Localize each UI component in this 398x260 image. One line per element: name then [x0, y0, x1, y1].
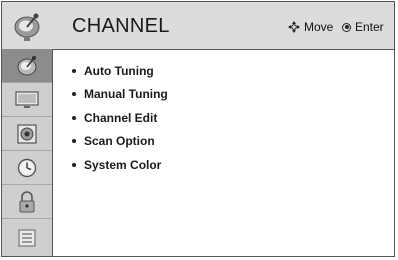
- enter-hint-label: Enter: [355, 20, 384, 34]
- menu-item-scan-option[interactable]: Scan Option: [72, 130, 168, 154]
- enter-hint: Enter: [342, 20, 384, 34]
- satellite-dish-icon: [2, 2, 52, 49]
- enter-button-icon: [342, 22, 351, 32]
- bullet-icon: [72, 68, 76, 73]
- move-hint-label: Move: [304, 20, 334, 34]
- menu-item-label: System Color: [84, 157, 162, 172]
- bullet-icon: [72, 92, 76, 97]
- lock-icon: [19, 190, 35, 212]
- bullet-icon: [72, 139, 76, 144]
- menu-item-system-color[interactable]: System Color: [72, 153, 168, 177]
- category-sidebar: [2, 49, 53, 256]
- menu-item-label: Auto Tuning: [84, 63, 154, 78]
- tv-screen-icon: [15, 90, 39, 108]
- channel-menu-window: CHANNEL Move Enter Auto Tuning Manual Tu…: [1, 1, 395, 257]
- sidebar-item-time[interactable]: [2, 151, 52, 185]
- sidebar-item-audio[interactable]: [2, 117, 52, 151]
- four-way-arrow-icon: [288, 21, 300, 33]
- satellite-dish-icon: [17, 55, 37, 75]
- speaker-icon: [17, 123, 37, 144]
- bullet-icon: [72, 115, 76, 120]
- menu-item-auto-tuning[interactable]: Auto Tuning: [72, 59, 168, 83]
- sidebar-item-channel[interactable]: [2, 49, 52, 83]
- menu-item-label: Channel Edit: [84, 110, 158, 125]
- sidebar-item-option[interactable]: [2, 219, 52, 256]
- menu-item-label: Manual Tuning: [84, 87, 168, 102]
- clock-icon: [17, 158, 37, 177]
- sidebar-item-picture[interactable]: [2, 83, 52, 117]
- move-hint: Move: [288, 20, 333, 34]
- menu-item-channel-edit[interactable]: Channel Edit: [72, 106, 168, 130]
- page-title: CHANNEL: [72, 15, 170, 37]
- bullet-icon: [72, 162, 76, 167]
- options-box-icon: [18, 228, 36, 247]
- channel-menu-list: Auto Tuning Manual Tuning Channel Edit S…: [72, 59, 168, 177]
- menu-item-manual-tuning[interactable]: Manual Tuning: [72, 83, 168, 107]
- menu-item-label: Scan Option: [84, 134, 155, 149]
- menu-header: CHANNEL Move Enter: [2, 2, 394, 50]
- sidebar-item-lock[interactable]: [2, 185, 52, 219]
